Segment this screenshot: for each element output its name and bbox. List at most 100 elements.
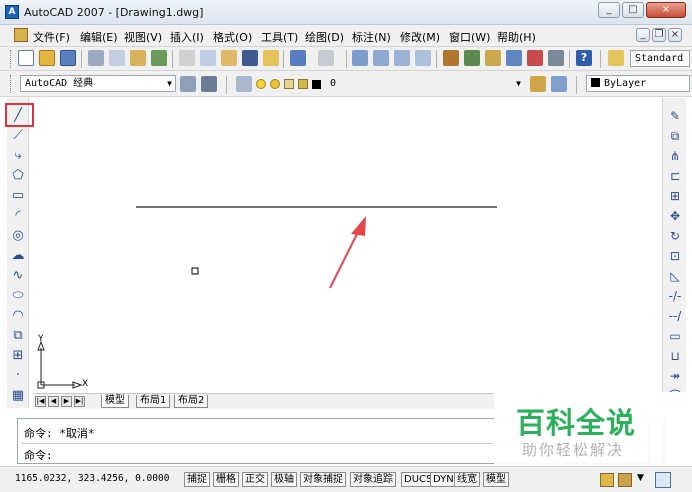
zoom-realtime-icon[interactable] — [373, 50, 389, 66]
paste-icon[interactable] — [221, 50, 237, 66]
print-icon[interactable] — [88, 50, 104, 66]
markup-icon[interactable] — [527, 50, 543, 66]
menu-dimension[interactable]: 标注(N) — [352, 29, 391, 45]
join-icon[interactable]: ⊔ — [667, 348, 683, 364]
layer-manager-icon[interactable] — [236, 76, 252, 92]
ortho-toggle[interactable]: 正交 — [242, 472, 268, 487]
dyn-toggle[interactable]: DYN — [430, 472, 457, 487]
point-icon[interactable]: · — [10, 368, 26, 384]
menu-modify[interactable]: 修改(M) — [400, 29, 440, 45]
properties-icon[interactable] — [443, 50, 459, 66]
ellipse-icon[interactable]: ⬭ — [10, 288, 26, 304]
toolbar-grip[interactable] — [10, 50, 13, 68]
make-block-icon[interactable]: ⊞ — [10, 348, 26, 364]
ellipse-arc-icon[interactable]: ◠ — [10, 308, 26, 324]
plot-preview-icon[interactable] — [109, 50, 125, 66]
menu-insert[interactable]: 插入(I) — [170, 29, 204, 45]
workspace-settings-icon[interactable] — [180, 76, 196, 92]
zoom-window-icon[interactable] — [394, 50, 410, 66]
rectangle-icon[interactable]: ▭ — [10, 188, 26, 204]
mirror-icon[interactable]: ⋔ — [667, 148, 683, 164]
trim-icon[interactable]: -/- — [667, 288, 683, 304]
insert-block-icon[interactable]: ⧉ — [10, 328, 26, 344]
menu-tools[interactable]: 工具(T) — [261, 29, 298, 45]
color-select[interactable]: ByLayer — [586, 75, 690, 92]
text-style-icon[interactable] — [608, 50, 624, 66]
block-editor-icon[interactable] — [263, 50, 279, 66]
polyline-icon[interactable]: ⤷ — [10, 148, 26, 164]
grid-toggle[interactable]: 栅格 — [213, 472, 239, 487]
zoom-previous-icon[interactable] — [415, 50, 431, 66]
circle-icon[interactable]: ◎ — [10, 228, 26, 244]
publish-icon[interactable] — [130, 50, 146, 66]
arc-icon[interactable]: ◜ — [10, 208, 26, 224]
my-workspace-icon[interactable] — [201, 76, 217, 92]
spline-icon[interactable]: ∿ — [10, 268, 26, 284]
clean-screen-icon[interactable] — [655, 472, 671, 488]
layer-on-bulb-icon[interactable] — [256, 79, 266, 89]
polygon-icon[interactable]: ⬠ — [10, 168, 26, 184]
match-properties-icon[interactable] — [242, 50, 258, 66]
3d-dwf-icon[interactable] — [151, 50, 167, 66]
layer-previous-icon[interactable] — [551, 76, 567, 92]
close-button[interactable]: × — [646, 2, 686, 18]
pan-icon[interactable] — [352, 50, 368, 66]
mdi-restore-button[interactable]: ❐ — [652, 28, 666, 42]
mdi-close-button[interactable]: × — [668, 28, 682, 42]
menu-window[interactable]: 窗口(W) — [449, 29, 490, 45]
array-icon[interactable]: ⊞ — [667, 188, 683, 204]
menu-draw[interactable]: 绘图(D) — [305, 29, 344, 45]
first-tab-button[interactable]: |◀ — [35, 396, 46, 407]
cut-icon[interactable] — [179, 50, 195, 66]
text-style-select[interactable]: Standard — [630, 50, 690, 67]
scale-icon[interactable]: ⊡ — [667, 248, 683, 264]
new-icon[interactable] — [18, 50, 34, 66]
tab-layout2[interactable]: 布局2 — [174, 395, 209, 408]
workspace-select[interactable]: AutoCAD 经典 ▼ — [20, 75, 176, 92]
maximize-button[interactable]: □ — [622, 2, 644, 18]
revision-cloud-icon[interactable]: ☁ — [10, 248, 26, 264]
move-icon[interactable]: ✥ — [667, 208, 683, 224]
stretch-icon[interactable]: ◺ — [667, 268, 683, 284]
chamfer-icon[interactable]: ↠ — [667, 368, 683, 384]
help-icon[interactable]: ? — [576, 50, 592, 66]
copy-icon[interactable] — [200, 50, 216, 66]
menu-view[interactable]: 视图(V) — [124, 29, 162, 45]
autocad-app-icon[interactable]: A — [5, 5, 19, 19]
open-icon[interactable] — [39, 50, 55, 66]
design-center-icon[interactable] — [464, 50, 480, 66]
layer-unlock-icon[interactable] — [284, 79, 294, 89]
save-icon[interactable] — [60, 50, 76, 66]
redo-icon[interactable] — [318, 50, 334, 66]
command-prompt[interactable]: 命令: — [24, 447, 53, 463]
make-object-layer-current-icon[interactable] — [530, 76, 546, 92]
mdi-minimize-button[interactable]: _ — [636, 28, 650, 42]
next-tab-button[interactable]: ▶ — [61, 396, 72, 407]
model-space-toggle[interactable]: 模型 — [483, 472, 509, 487]
copy-object-icon[interactable]: ⧉ — [667, 128, 683, 144]
undo-icon[interactable] — [290, 50, 306, 66]
hatch-icon[interactable]: ▦ — [10, 388, 26, 404]
coordinate-readout[interactable]: 1165.0232, 323.4256, 0.0000 — [15, 473, 169, 484]
toolbar-lock-icon[interactable] — [618, 473, 632, 487]
offset-icon[interactable]: ⊏ — [667, 168, 683, 184]
drawing-area[interactable]: Y X — [33, 98, 661, 394]
minimize-button[interactable]: _ — [598, 2, 620, 18]
menu-format[interactable]: 格式(O) — [213, 29, 252, 45]
menu-file[interactable]: 文件(F) — [33, 29, 70, 45]
menu-edit[interactable]: 编辑(E) — [80, 29, 118, 45]
last-tab-button[interactable]: ▶| — [74, 396, 85, 407]
previous-tab-button[interactable]: ◀ — [48, 396, 59, 407]
snap-toggle[interactable]: 捕捉 — [184, 472, 210, 487]
construction-line-icon[interactable]: ⟋ — [10, 128, 26, 144]
polar-toggle[interactable]: 极轴 — [271, 472, 297, 487]
menu-help[interactable]: 帮助(H) — [497, 29, 536, 45]
layer-plot-icon[interactable] — [298, 79, 308, 89]
lineweight-toggle[interactable]: 线宽 — [454, 472, 480, 487]
layer-select[interactable]: 0 ▼ — [325, 75, 525, 92]
break-icon[interactable]: ▭ — [667, 328, 683, 344]
sheet-set-icon[interactable] — [506, 50, 522, 66]
layer-thaw-sun-icon[interactable] — [270, 79, 280, 89]
osnap-toggle[interactable]: 对象捕捉 — [300, 472, 346, 487]
status-menu-arrow-icon[interactable]: ▼ — [637, 473, 644, 483]
